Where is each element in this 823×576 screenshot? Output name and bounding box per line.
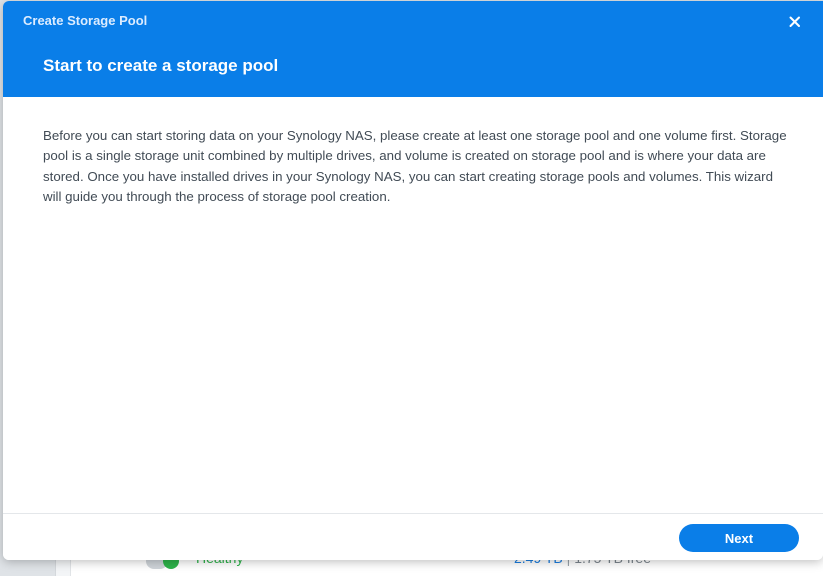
step-title: Start to create a storage pool: [43, 56, 279, 75]
close-icon: [789, 16, 800, 27]
create-storage-pool-dialog: Create Storage Pool Start to create a st…: [3, 1, 823, 560]
next-button[interactable]: Next: [679, 524, 799, 552]
close-button[interactable]: [783, 10, 807, 34]
wizard-description: Before you can start storing data on you…: [43, 128, 787, 204]
window-title: Create Storage Pool: [23, 13, 148, 28]
dialog-footer: Next: [3, 513, 823, 560]
dialog-header: Create Storage Pool Start to create a st…: [3, 1, 823, 97]
